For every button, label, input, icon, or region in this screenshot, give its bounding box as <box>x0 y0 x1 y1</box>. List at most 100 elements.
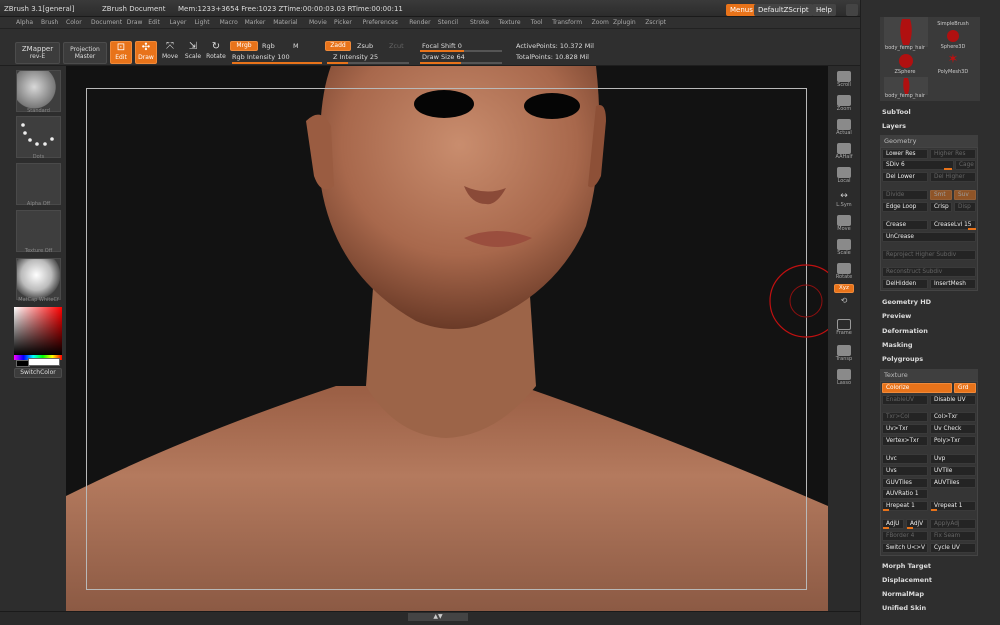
masking-section[interactable]: Masking <box>882 341 913 349</box>
displacement-section[interactable]: Displacement <box>882 576 932 584</box>
minimize-icon[interactable] <box>846 4 858 16</box>
focal-shift-label[interactable]: Focal Shift 0 <box>422 42 462 50</box>
auvtiles-button[interactable]: AUVTiles <box>930 478 976 488</box>
menu-material[interactable]: Material <box>273 19 297 26</box>
focal-shift-slider[interactable] <box>420 50 502 52</box>
menu-layer[interactable]: Layer <box>170 19 187 26</box>
m-button[interactable]: M <box>293 42 299 50</box>
menu-movie[interactable]: Movie <box>309 19 327 26</box>
polymesh3d-star-icon[interactable]: ✶ <box>938 51 968 69</box>
aahalf-button[interactable]: AAHalf <box>833 142 855 164</box>
insertmesh-button[interactable]: InsertMesh <box>930 279 976 289</box>
help-button[interactable]: Help <box>812 4 836 16</box>
default-zscript-button[interactable]: DefaultZScript <box>754 4 813 16</box>
edit-button[interactable]: ⊡ Edit <box>110 41 132 64</box>
vertex-txr-button[interactable]: Vertex>Txr <box>882 436 928 446</box>
menu-stencil[interactable]: Stencil <box>438 19 458 26</box>
draw-size-label[interactable]: Draw Size 64 <box>422 53 465 61</box>
uv-txr-button[interactable]: Uv>Txr <box>882 424 928 434</box>
txr-col-button[interactable]: Txr>Col <box>882 412 928 422</box>
texture-section[interactable]: Texture <box>880 369 978 381</box>
move-view-button[interactable]: Move <box>833 214 855 236</box>
menu-draw[interactable]: Draw <box>127 19 143 26</box>
delhidden-button[interactable]: DelHidden <box>882 279 928 289</box>
cycle-uv-button[interactable]: Cycle UV <box>930 543 976 553</box>
sphere3d-thumb[interactable] <box>936 27 970 43</box>
scroll-button[interactable]: Scroll <box>833 70 855 92</box>
menu-zscript[interactable]: Zscript <box>645 19 666 26</box>
menu-picker[interactable]: Picker <box>334 19 352 26</box>
transp-button[interactable]: Transp <box>833 344 855 366</box>
edge-loop-button[interactable]: Edge Loop <box>882 202 928 212</box>
poly-txr-button[interactable]: Poly>Txr <box>930 436 976 446</box>
morph-target-section[interactable]: Morph Target <box>882 562 931 570</box>
suv-toggle[interactable]: Suv <box>954 190 976 200</box>
rotate-button[interactable]: ↻ Rotate <box>205 41 227 64</box>
uvtile-button[interactable]: UVTile <box>930 466 976 476</box>
uvs-button[interactable]: Uvs <box>882 466 928 476</box>
unified-skin-section[interactable]: Unified Skin <box>882 604 926 612</box>
smt-toggle[interactable]: Smt <box>930 190 952 200</box>
rgb-intensity-label[interactable]: Rgb Intensity 100 <box>232 53 290 61</box>
lsym-button[interactable]: ↔ L.Sym <box>833 190 855 212</box>
move-button[interactable]: ⤧ Move <box>159 41 181 64</box>
disable-uv-button[interactable]: Disable UV <box>930 395 976 405</box>
menus-button[interactable]: Menus <box>726 4 757 16</box>
uvp-button[interactable]: Uvp <box>930 454 976 464</box>
grd-button[interactable]: Grd <box>954 383 976 393</box>
rgb-button[interactable]: Rgb <box>262 42 275 50</box>
fix-seam-button[interactable]: Fix Seam <box>930 531 976 541</box>
menu-macro[interactable]: Macro <box>220 19 238 26</box>
menu-render[interactable]: Render <box>409 19 430 26</box>
menu-edit[interactable]: Edit <box>148 19 160 26</box>
reproject-button[interactable]: Reproject Higher Subdiv <box>882 250 976 260</box>
scale-view-button[interactable]: Scale <box>833 238 855 260</box>
uvc-button[interactable]: Uvc <box>882 454 928 464</box>
deformation-section[interactable]: Deformation <box>882 327 928 335</box>
tool-thumb-hair[interactable] <box>884 17 928 47</box>
menu-document[interactable]: Document <box>91 19 122 26</box>
layers-section[interactable]: Layers <box>882 122 906 130</box>
actual-button[interactable]: Actual <box>833 118 855 140</box>
rotate-view-button[interactable]: Rotate <box>833 262 855 284</box>
menu-marker[interactable]: Marker <box>245 19 266 26</box>
lasso-button[interactable]: Lasso <box>833 368 855 390</box>
divide-button[interactable]: Divide <box>882 190 928 200</box>
menu-tool[interactable]: Tool <box>531 19 543 26</box>
zoom-button[interactable]: Zoom <box>833 94 855 116</box>
texture-thumbnail[interactable] <box>16 210 61 252</box>
draw-button[interactable]: ✣ Draw <box>135 41 157 64</box>
rgb-intensity-slider[interactable] <box>232 62 322 64</box>
bottom-shelf-toggle-icon[interactable]: ▲▼ <box>408 613 468 621</box>
normalmap-section[interactable]: NormalMap <box>882 590 924 598</box>
crease-button[interactable]: Crease <box>882 220 928 230</box>
mrgb-button[interactable]: Mrgb <box>230 41 258 51</box>
menu-transform[interactable]: Transform <box>552 19 582 26</box>
zsub-button[interactable]: Zsub <box>357 42 373 50</box>
preview-section[interactable]: Preview <box>882 312 911 320</box>
disp-button[interactable]: Disp <box>954 202 976 212</box>
del-lower-button[interactable]: Del Lower <box>882 172 928 182</box>
rotation-axis-button[interactable]: ⟲ <box>833 296 855 310</box>
zmapper-button[interactable]: ZMapper rev-E <box>15 42 60 64</box>
z-intensity-slider[interactable] <box>327 62 409 64</box>
crisp-button[interactable]: Crisp <box>930 202 952 212</box>
material-thumbnail[interactable] <box>16 258 61 300</box>
guvtiles-button[interactable]: GUVTiles <box>882 478 928 488</box>
menu-stroke[interactable]: Stroke <box>470 19 489 26</box>
menu-texture[interactable]: Texture <box>499 19 521 26</box>
switch-uv-button[interactable]: Switch U<>V <box>882 543 928 553</box>
cage-button[interactable]: Cage <box>955 160 976 170</box>
z-intensity-label[interactable]: Z Intensity 25 <box>333 53 378 61</box>
canvas-viewport[interactable] <box>66 66 828 611</box>
switch-color-button[interactable]: SwitchColor <box>14 368 62 378</box>
colorize-button[interactable]: Colorize <box>882 383 952 393</box>
polygroups-section[interactable]: Polygroups <box>882 355 923 363</box>
local-button[interactable]: Local <box>833 166 855 188</box>
subtool-section[interactable]: SubTool <box>882 108 911 116</box>
xyz-button[interactable]: Xyz <box>834 284 854 293</box>
menu-zoom[interactable]: Zoom <box>592 19 609 26</box>
stroke-thumbnail[interactable] <box>16 116 61 158</box>
menu-alpha[interactable]: Alpha <box>16 19 33 26</box>
brush-thumbnail[interactable] <box>16 70 61 112</box>
